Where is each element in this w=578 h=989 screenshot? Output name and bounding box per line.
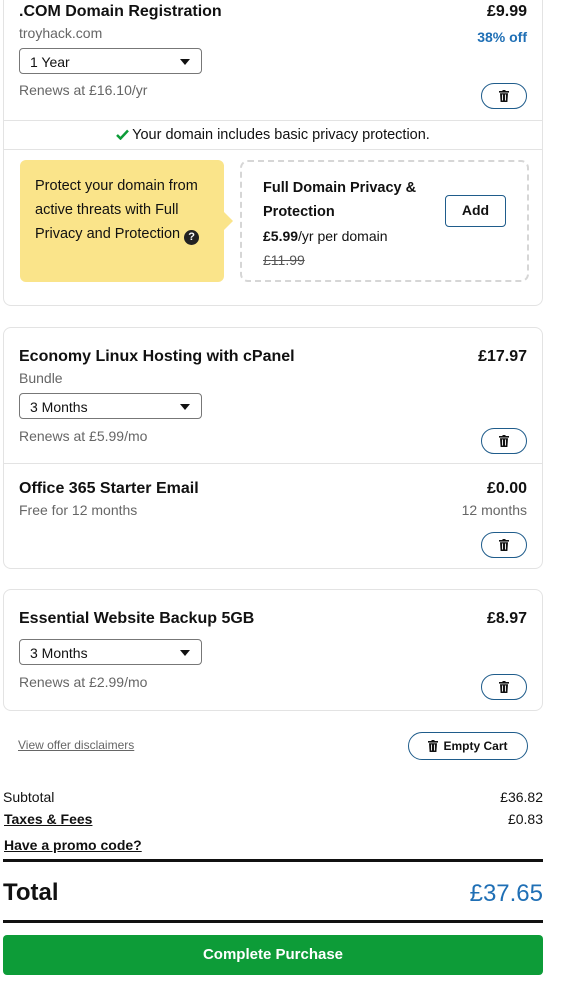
item-price: £17.97: [478, 348, 527, 365]
renewal-text: Renews at £5.99/mo: [19, 428, 148, 444]
subtotal-value: £36.82: [500, 789, 543, 805]
trash-icon: [499, 90, 509, 102]
trash-icon: [428, 740, 439, 752]
item-title: .COM Domain Registration: [19, 3, 222, 20]
complete-purchase-button[interactable]: Complete Purchase: [3, 935, 543, 975]
view-disclaimers-link[interactable]: View offer disclaimers: [18, 738, 134, 752]
privacy-note-text: Your domain includes basic privacy prote…: [132, 127, 430, 143]
remove-item-button[interactable]: [481, 83, 527, 109]
remove-item-button[interactable]: [481, 428, 527, 454]
offer-title: Full Domain Privacy & Protection: [263, 180, 417, 220]
privacy-offer-box: Full Domain Privacy & Protection £5.99/y…: [240, 160, 529, 282]
offer-price-value: £5.99: [263, 228, 299, 244]
term-value: 1 Year: [30, 54, 70, 70]
term-value: 3 Months: [30, 645, 88, 661]
taxes-value: £0.83: [507, 811, 543, 827]
promo-code-link[interactable]: Have a promo code?: [4, 837, 142, 853]
trash-icon: [499, 539, 509, 551]
divider: [4, 120, 542, 121]
total-label: Total: [3, 879, 59, 906]
divider: [3, 859, 543, 862]
add-privacy-button[interactable]: Add: [445, 195, 506, 227]
item-title: Economy Linux Hosting with cPanel: [19, 348, 295, 365]
empty-cart-button[interactable]: Empty Cart: [408, 732, 528, 760]
privacy-upsell-callout: Protect your domain from active threats …: [20, 160, 233, 282]
item-title: Office 365 Starter Email: [19, 480, 199, 497]
privacy-note: Your domain includes basic privacy prote…: [4, 127, 542, 143]
subtotal-label: Subtotal: [3, 789, 55, 805]
item-subtitle: Bundle: [19, 370, 63, 386]
item-price: £8.97: [486, 610, 527, 627]
term-value: 3 Months: [30, 399, 88, 415]
item-price: £9.99: [486, 3, 527, 20]
question-icon[interactable]: ?: [184, 230, 200, 245]
term-select[interactable]: 3 Months: [19, 639, 202, 665]
term-select[interactable]: 1 Year: [19, 48, 202, 74]
offer-price: £5.99/yr per domain: [263, 224, 388, 248]
trash-icon: [499, 435, 509, 447]
divider: [3, 920, 543, 923]
item-price: £0.00: [486, 480, 527, 497]
email-card: Office 365 Starter Email Free for 12 mon…: [3, 463, 543, 569]
renewal-text: Renews at £16.10/yr: [19, 82, 148, 98]
chevron-down-icon: [180, 404, 190, 410]
offer-old-price: £11.99: [263, 252, 305, 268]
domain-card: .COM Domain Registration troyhack.com £9…: [3, 0, 543, 306]
offer-price-unit: /yr per domain: [298, 228, 388, 244]
remove-item-button[interactable]: [481, 532, 527, 558]
backup-card: Essential Website Backup 5GB £8.97 3 Mon…: [3, 589, 543, 711]
item-subtitle: Free for 12 months: [19, 502, 138, 518]
callout-text: Protect your domain from active threats …: [35, 178, 198, 242]
empty-cart-label: Empty Cart: [443, 739, 508, 753]
term-select[interactable]: 3 Months: [19, 393, 202, 419]
term-note: 12 months: [461, 502, 527, 518]
taxes-fees-link[interactable]: Taxes & Fees: [4, 811, 92, 827]
renewal-text: Renews at £2.99/mo: [19, 674, 148, 690]
discount-badge: 38% off: [477, 29, 527, 45]
trash-icon: [499, 681, 509, 693]
chevron-down-icon: [180, 59, 190, 65]
chevron-down-icon: [180, 650, 190, 656]
divider: [4, 149, 542, 150]
domain-name: troyhack.com: [19, 25, 103, 41]
remove-item-button[interactable]: [481, 674, 527, 700]
hosting-card: Economy Linux Hosting with cPanel Bundle…: [3, 327, 543, 464]
total-value: £37.65: [469, 880, 543, 907]
item-title: Essential Website Backup 5GB: [19, 610, 255, 627]
checkmark-icon: [116, 129, 130, 141]
